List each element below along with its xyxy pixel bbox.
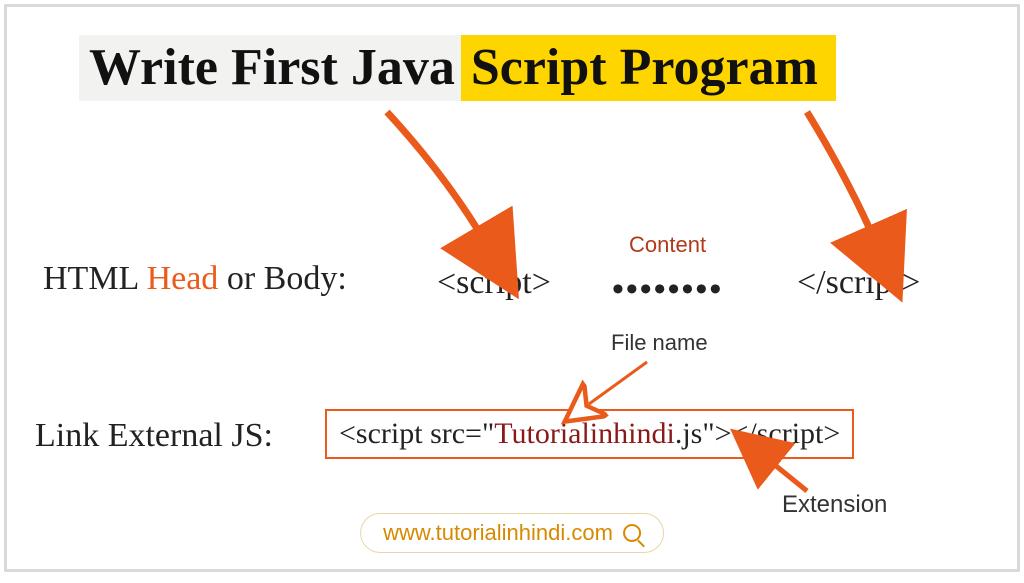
search-icon	[623, 524, 641, 542]
title-left: Write First Java	[79, 35, 461, 101]
content-dots: ••••••••	[612, 271, 723, 309]
code-pre: <script src="	[339, 417, 494, 450]
location-head: Head	[147, 260, 219, 297]
external-label: Link External JS:	[35, 417, 273, 455]
location-prefix: HTML	[43, 260, 147, 297]
title-right: Script Program	[461, 35, 836, 101]
script-close-tag: </script>	[797, 264, 920, 302]
page-title: Write First Java Script Program	[79, 35, 836, 101]
content-label: Content	[629, 232, 706, 258]
filename-label: File name	[611, 330, 708, 356]
extension-label: Extension	[782, 491, 887, 519]
diagram-frame: Write First Java Script Program HTML Hea…	[4, 4, 1020, 572]
script-open-tag: <script>	[437, 264, 551, 302]
external-code-box: <script src="Tutorialinhindi.js"></scrip…	[325, 409, 854, 459]
code-filename: Tutorialinhindi	[494, 417, 675, 450]
location-label: HTML Head or Body:	[43, 260, 347, 298]
footer-url: www.tutorialinhindi.com	[383, 520, 613, 546]
footer-url-pill: www.tutorialinhindi.com	[360, 513, 664, 553]
location-suffix: or Body:	[218, 260, 346, 297]
code-post: .js"></script>	[675, 417, 841, 450]
